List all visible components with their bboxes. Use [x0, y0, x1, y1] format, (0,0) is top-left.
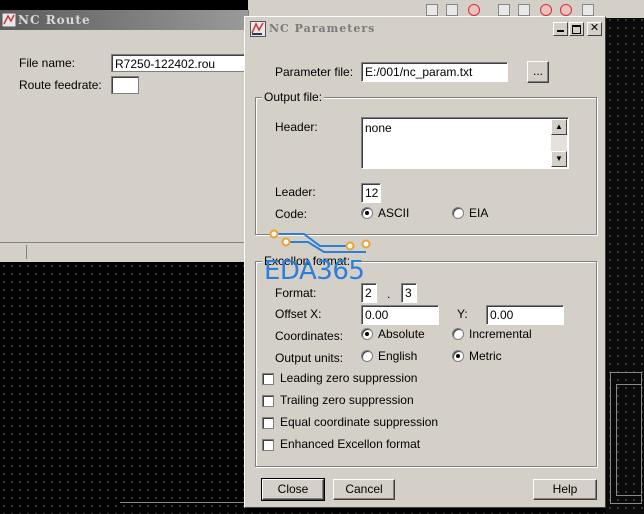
help-button[interactable]: Help: [533, 479, 597, 500]
offset-y-label: Y:: [457, 307, 468, 321]
leader-label: Leader:: [275, 185, 316, 199]
offset-y-field[interactable]: 0.00: [486, 305, 564, 325]
file-name-label: File name:: [19, 56, 76, 70]
close-icon: ✕: [589, 22, 600, 34]
minimize-icon: [557, 30, 564, 32]
format-separator: .: [387, 287, 391, 301]
code-label: Code:: [275, 207, 308, 221]
dialog-titlebar[interactable]: NC Parameters ✕: [247, 19, 603, 39]
nc-route-titlebar[interactable]: NC Route: [0, 10, 248, 30]
canvas-right-area: [606, 0, 644, 514]
minimize-button[interactable]: [553, 22, 568, 36]
code-eia-label: EIA: [469, 206, 489, 220]
leading-zero-label: Leading zero suppression: [280, 371, 418, 385]
trailing-zero-checkbox[interactable]: [262, 395, 274, 407]
parameter-file-label: Parameter file:: [275, 65, 354, 79]
units-english-label: English: [378, 349, 418, 363]
cancel-button[interactable]: Cancel: [333, 479, 395, 500]
close-window-button[interactable]: ✕: [587, 22, 602, 36]
coordinates-absolute-label: Absolute: [378, 327, 425, 341]
app-icon: [2, 13, 16, 27]
enhanced-excellon-label: Enhanced Excellon format: [280, 437, 421, 451]
toolbar-icon[interactable]: [498, 4, 510, 16]
scroll-down-button[interactable]: ▼: [551, 151, 567, 167]
browse-button[interactable]: ...: [527, 61, 549, 83]
units-english-radio[interactable]: [361, 350, 373, 362]
equal-coordinate-checkbox[interactable]: [262, 417, 274, 429]
output-units-label: Output units:: [275, 351, 344, 365]
coordinates-incremental-label: Incremental: [469, 327, 532, 341]
nc-route-window: NC Route File name: R7250-122402.rou Rou…: [0, 10, 249, 262]
coordinates-absolute-radio[interactable]: [361, 328, 373, 340]
toolbar-icon[interactable]: [582, 4, 594, 16]
watermark-text: EDA365: [264, 256, 365, 286]
enhanced-excellon-checkbox[interactable]: [262, 439, 274, 451]
units-metric-radio[interactable]: [452, 350, 464, 362]
scroll-up-button[interactable]: ▲: [551, 119, 567, 135]
equal-coordinate-label: Equal coordinate suppression: [280, 415, 439, 429]
eda365-watermark: EDA365: [262, 228, 382, 290]
status-divider: [26, 245, 27, 259]
maximize-icon: [572, 25, 581, 34]
scroll-up-icon: ▲: [555, 122, 563, 131]
coordinates-label: Coordinates:: [275, 329, 344, 343]
toolbar-icon[interactable]: [446, 4, 458, 16]
format-decimal-field[interactable]: 3: [401, 283, 417, 303]
code-ascii-label: ASCII: [378, 206, 410, 220]
scroll-down-icon: ▼: [555, 154, 563, 163]
file-name-field[interactable]: R7250-122402.rou: [111, 54, 248, 72]
close-button[interactable]: Close: [261, 478, 325, 501]
parameter-file-field[interactable]: E:/001/nc_param.txt: [361, 62, 508, 82]
route-feedrate-field[interactable]: [111, 76, 139, 94]
header-text: none: [365, 121, 392, 135]
leading-zero-checkbox[interactable]: [262, 373, 274, 385]
trailing-zero-label: Trailing zero suppression: [280, 393, 414, 407]
header-scrollbar[interactable]: ▲ ▼: [551, 119, 567, 167]
maximize-button[interactable]: [569, 22, 584, 36]
pcb-trace: [616, 384, 642, 496]
coordinates-incremental-radio[interactable]: [452, 328, 464, 340]
code-ascii-radio[interactable]: [361, 207, 373, 219]
nc-route-title: NC Route: [18, 13, 91, 27]
toolbar-icon[interactable]: [560, 4, 572, 16]
code-eia-radio[interactable]: [452, 207, 464, 219]
watermark-circuit-icon: [269, 229, 371, 253]
offset-x-field[interactable]: 0.00: [361, 305, 439, 325]
toolbar-icon[interactable]: [426, 4, 438, 16]
leader-field[interactable]: 12: [361, 183, 381, 203]
status-bar: [0, 242, 248, 261]
toolbar-icon[interactable]: [518, 4, 530, 16]
toolbar-icon[interactable]: [468, 4, 480, 16]
units-metric-label: Metric: [469, 349, 502, 363]
app-icon: [250, 21, 266, 37]
dialog-title: NC Parameters: [269, 22, 376, 35]
route-feedrate-label: Route feedrate:: [19, 78, 102, 92]
toolbar-icon[interactable]: [540, 4, 552, 16]
offset-x-label: Offset X:: [275, 307, 322, 321]
header-textarea[interactable]: none ▲ ▼: [361, 117, 569, 169]
header-label: Header:: [275, 120, 318, 134]
output-file-legend: Output file:: [262, 90, 325, 104]
